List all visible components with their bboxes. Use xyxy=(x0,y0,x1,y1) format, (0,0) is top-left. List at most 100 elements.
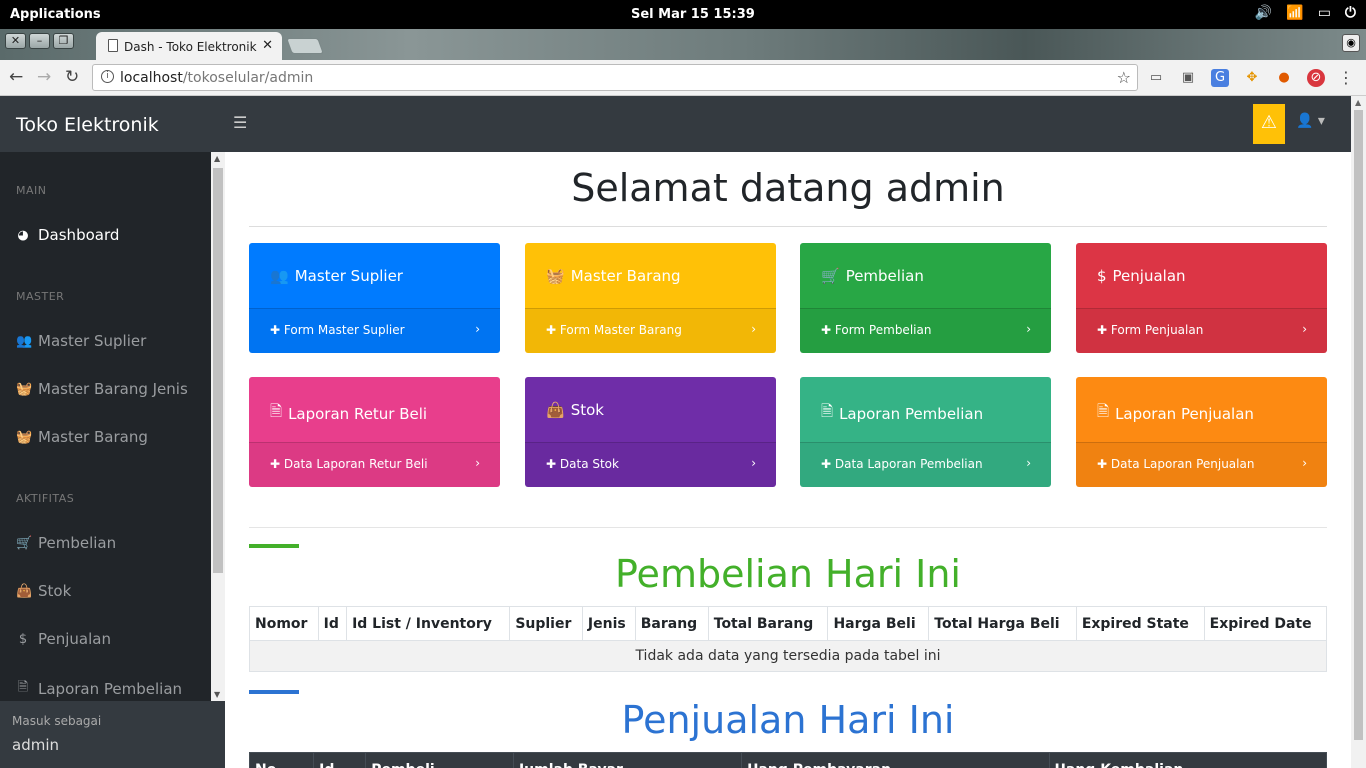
reddit-extension-icon[interactable]: ● xyxy=(1275,69,1293,87)
sidebar-item-pembelian[interactable]: 🛒 Pembelian xyxy=(16,534,116,552)
card-link[interactable]: ✚ Data Laporan Penjualan xyxy=(1097,457,1254,471)
table-column-header[interactable]: No xyxy=(248,752,315,768)
card-link[interactable]: ✚ Data Laporan Retur Beli xyxy=(270,457,428,471)
file-icon: 🗎 xyxy=(821,402,834,420)
cast-extension-icon[interactable]: ▭ xyxy=(1147,69,1165,87)
screen-extension-icon[interactable]: ▣ xyxy=(1179,69,1197,87)
sidebar-item-master-barang[interactable]: 🧺 Master Barang xyxy=(16,428,148,446)
table-column-header[interactable]: Jenis xyxy=(581,606,636,641)
warning-icon[interactable]: ⚠ xyxy=(1253,104,1285,144)
sidebar-item-stok[interactable]: 👜 Stok xyxy=(16,582,71,600)
window-close-button[interactable]: ✕ xyxy=(5,33,26,49)
table-column-header[interactable]: Jumlah Bayar xyxy=(512,752,743,768)
sidebar-item-dashboard[interactable]: ◕ Dashboard xyxy=(16,226,119,244)
card-footer-link[interactable]: ✚ Data Laporan Pembelian › xyxy=(800,442,1051,487)
browser-tab-active[interactable]: Dash - Toko Elektronik ✕ xyxy=(96,32,282,60)
card-footer-link[interactable]: ✚ Form Penjualan › xyxy=(1076,308,1327,353)
new-tab-button[interactable] xyxy=(286,38,324,54)
sidebar-item-penjualan[interactable]: $ Penjualan xyxy=(16,630,111,648)
card-link[interactable]: ✚ Data Stok xyxy=(546,457,619,471)
table-column-header[interactable]: Id List / Inventory xyxy=(346,606,511,641)
hamburger-menu-icon[interactable]: ☰ xyxy=(233,113,247,132)
dashboard-card[interactable]: 👜 Stok ✚ Data Stok › xyxy=(525,377,776,487)
card-link[interactable]: ✚ Form Penjualan xyxy=(1097,323,1203,337)
table-header-row: Nomor Id Id List / Inventory Suplier Jenis Ba… xyxy=(249,606,1328,641)
scroll-down-arrow-icon[interactable]: ▼ xyxy=(214,690,220,699)
color-picker-extension-icon[interactable]: ✥ xyxy=(1243,69,1261,87)
dashboard-card[interactable]: 🛒 Pembelian ✚ Form Pembelian › xyxy=(800,243,1051,353)
back-arrow-icon[interactable]: ← xyxy=(9,67,23,87)
url-text[interactable]: localhost/tokoselular/admin xyxy=(120,70,313,86)
table-column-header[interactable]: Suplier xyxy=(509,606,583,641)
card-footer-link[interactable]: ✚ Form Master Suplier › xyxy=(249,308,500,353)
table-column-header[interactable]: Total Barang xyxy=(707,606,829,641)
site-info-icon[interactable]: i xyxy=(101,70,114,83)
system-tray[interactable]: 🔊 📶 ▭ ⏻ xyxy=(1255,5,1356,21)
sidebar-item-master-barang-jenis[interactable]: 🧺 Master Barang Jenis xyxy=(16,380,188,398)
tab-close-icon[interactable]: ✕ xyxy=(262,38,273,53)
window-minimize-button[interactable]: – xyxy=(29,33,50,49)
cart-icon: 🛒 xyxy=(821,267,840,285)
dashboard-card[interactable]: 🗎 Laporan Pembelian ✚ Data Laporan Pembeli… xyxy=(800,377,1051,487)
plus-icon: ✚ xyxy=(270,457,281,471)
card-footer-link[interactable]: ✚ Form Pembelian › xyxy=(800,308,1051,353)
window-maximize-button[interactable]: ❐ xyxy=(53,33,74,49)
power-icon[interactable]: ⏻ xyxy=(1345,5,1356,21)
table-column-header[interactable]: Harga Beli xyxy=(827,606,930,641)
applications-menu[interactable]: Applications xyxy=(10,7,101,22)
wifi-icon[interactable]: 📶 xyxy=(1286,5,1303,21)
table-column-header[interactable]: Barang xyxy=(634,606,709,641)
blocker-extension-icon[interactable]: ⊘ xyxy=(1307,69,1325,87)
table-column-header[interactable]: Nomor xyxy=(249,606,319,641)
bookmark-star-icon[interactable]: ☆ xyxy=(1117,68,1131,87)
reload-icon[interactable]: ↻ xyxy=(65,67,79,87)
browser-menu-icon[interactable]: ⋮ xyxy=(1338,68,1354,87)
card-link[interactable]: ✚ Form Master Barang xyxy=(546,323,682,337)
user-dropdown[interactable]: 👤 ▾ xyxy=(1296,113,1325,129)
table-column-header[interactable]: Id xyxy=(317,606,348,641)
sidebar-item-laporan-pembelian[interactable]: 🗎 Laporan Pembelian xyxy=(16,678,182,700)
forward-arrow-icon[interactable]: → xyxy=(37,67,51,87)
card-footer-link[interactable]: ✚ Data Stok › xyxy=(525,442,776,487)
page-scrollbar[interactable]: ▲ xyxy=(1351,96,1366,768)
sidebar-scrollbar[interactable]: ▲ ▼ xyxy=(211,152,225,701)
table-column-header[interactable]: Uang Kembalian xyxy=(1048,752,1328,768)
page-scrollbar-thumb[interactable] xyxy=(1354,110,1363,740)
translate-extension-icon[interactable]: G xyxy=(1211,69,1229,87)
sidebar-scrollbar-thumb[interactable] xyxy=(213,168,223,573)
dashboard-card[interactable]: 🧺 Master Barang ✚ Form Master Barang › xyxy=(525,243,776,353)
system-clock[interactable]: Sel Mar 15 15:39 xyxy=(631,7,755,22)
dashboard-card[interactable]: $ Penjualan ✚ Form Penjualan › xyxy=(1076,243,1327,353)
card-footer-link[interactable]: ✚ Data Laporan Retur Beli › xyxy=(249,442,500,487)
dashboard-card[interactable]: 🗎 Laporan Penjualan ✚ Data Laporan Penjual… xyxy=(1076,377,1327,487)
app-brand[interactable]: Toko Elektronik xyxy=(16,114,159,136)
file-icon: 🗎 xyxy=(270,402,283,420)
table-column-header[interactable]: Total Harga Beli xyxy=(928,606,1077,641)
battery-icon[interactable]: ▭ xyxy=(1318,5,1331,21)
card-header: 🧺 Master Barang xyxy=(546,267,681,285)
table-column-header[interactable]: Uang Pembayaran xyxy=(741,752,1050,768)
volume-icon[interactable]: 🔊 xyxy=(1255,5,1272,21)
card-link[interactable]: ✚ Form Master Suplier xyxy=(270,323,405,337)
dashboard-card[interactable]: 👥 Master Suplier ✚ Form Master Suplier › xyxy=(249,243,500,353)
card-title: Penjualan xyxy=(1112,267,1186,285)
empty-table-message: Tidak ada data yang tersedia pada tabel … xyxy=(249,640,1327,672)
dashboard-card[interactable]: 🗎 Laporan Retur Beli ✚ Data Laporan Retur … xyxy=(249,377,500,487)
card-link[interactable]: ✚ Form Pembelian xyxy=(821,323,931,337)
card-footer-link[interactable]: ✚ Form Master Barang › xyxy=(525,308,776,353)
card-footer-link[interactable]: ✚ Data Laporan Penjualan › xyxy=(1076,442,1327,487)
table-column-header[interactable]: Id xyxy=(313,752,367,768)
page-favicon-icon xyxy=(108,39,118,52)
card-link-label: Data Laporan Retur Beli xyxy=(283,457,428,471)
address-bar[interactable]: i localhost/tokoselular/admin ☆ xyxy=(92,64,1138,91)
sidebar-item-master-suplier[interactable]: 👥 Master Suplier xyxy=(16,332,146,350)
profile-icon[interactable]: ◉ xyxy=(1342,34,1360,52)
scroll-up-arrow-icon[interactable]: ▲ xyxy=(214,154,220,163)
table-column-header[interactable]: Pembeli xyxy=(365,752,514,768)
scroll-up-arrow-icon[interactable]: ▲ xyxy=(1355,98,1361,107)
table-column-header[interactable]: Expired State xyxy=(1075,606,1205,641)
chevron-right-icon: › xyxy=(751,456,756,470)
card-link[interactable]: ✚ Data Laporan Pembelian xyxy=(821,457,983,471)
table-header-row: NoIdPembeliJumlah BayarUang PembayaranUa… xyxy=(248,752,1328,768)
table-column-header[interactable]: Expired Date xyxy=(1203,606,1328,641)
